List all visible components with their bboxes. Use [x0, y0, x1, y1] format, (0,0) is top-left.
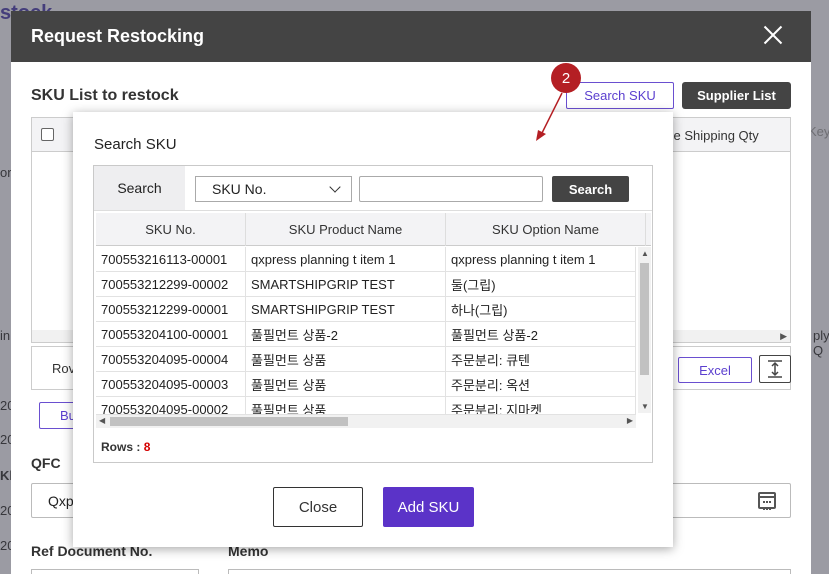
close-icon[interactable] [761, 23, 785, 47]
cell-option-name: 둘(그립) [446, 272, 636, 296]
vertical-scroll-thumb[interactable] [640, 263, 649, 375]
close-button[interactable]: Close [273, 487, 363, 527]
search-bar: Search SKU No. Search [94, 166, 652, 211]
table-row[interactable]: 700553204095-00002 풀필먼트 상품 주문분리: 지마켓 [96, 397, 636, 415]
select-all-checkbox[interactable] [41, 128, 54, 141]
qfc-label: QFC [31, 455, 61, 471]
column-header-sku-product-name[interactable]: SKU Product Name [246, 213, 446, 246]
search-button[interactable]: Search [552, 176, 629, 202]
step-number-badge: 2 [551, 63, 581, 93]
table-row[interactable]: 700553204095-00004 풀필먼트 상품 주문분리: 큐텐 [96, 347, 636, 372]
cell-product-name: 풀필먼트 상품 [246, 372, 446, 396]
calendar-icon[interactable] [758, 492, 776, 510]
horizontal-scrollbar[interactable]: ◀ ▶ [96, 415, 636, 428]
supplier-list-button[interactable]: Supplier List [682, 82, 791, 109]
cell-sku-no: 700553204095-00003 [96, 372, 246, 396]
cell-product-name: qxpress planning t item 1 [246, 247, 446, 271]
search-input[interactable] [359, 176, 543, 202]
cell-product-name: 풀필먼트 상품 [246, 347, 446, 371]
column-header-sku-no[interactable]: SKU No. [96, 213, 246, 246]
cell-sku-no: 700553216113-00001 [96, 247, 246, 271]
popup-title: Search SKU [94, 136, 177, 153]
table-row[interactable]: 700553204100-00001 풀필먼트 상품-2 풀필먼트 상품-2 [96, 322, 636, 347]
scroll-down-arrow-icon[interactable]: ▼ [641, 402, 649, 411]
cell-option-name: 주문분리: 지마켓 [446, 397, 636, 414]
cell-sku-no: 700553204095-00004 [96, 347, 246, 371]
cell-option-name: 주문분리: 옥션 [446, 372, 636, 396]
scroll-left-arrow-icon[interactable]: ◀ [99, 416, 105, 425]
table-row[interactable]: 700553204095-00003 풀필먼트 상품 주문분리: 옥션 [96, 372, 636, 397]
scroll-up-arrow-icon[interactable]: ▲ [641, 249, 649, 258]
cell-sku-no: 700553204095-00002 [96, 397, 246, 414]
search-sku-button[interactable]: Search SKU [566, 82, 674, 109]
date-field[interactable] [671, 483, 791, 518]
cell-option-name: 하나(그립) [446, 297, 636, 321]
cell-product-name: 풀필먼트 상품-2 [246, 322, 446, 346]
cell-option-name: 풀필먼트 상품-2 [446, 322, 636, 346]
expand-rows-button[interactable] [759, 355, 791, 383]
chevron-down-icon [329, 181, 341, 193]
search-sku-popup: Search SKU Search SKU No. Search SKU No.… [73, 112, 673, 547]
excel-button[interactable]: Excel [678, 357, 752, 383]
vertical-scrollbar[interactable]: ▲ ▼ [638, 247, 651, 413]
cell-product-name: 풀필먼트 상품 [246, 397, 446, 414]
cell-sku-no: 700553212299-00002 [96, 272, 246, 296]
grid-header: SKU No. SKU Product Name SKU Option Name [96, 213, 651, 246]
ref-document-input[interactable] [31, 569, 199, 574]
search-panel: Search SKU No. Search SKU No. SKU Produc… [93, 165, 653, 463]
memo-input[interactable] [228, 569, 791, 574]
search-field-select[interactable]: SKU No. [195, 176, 352, 202]
table-row[interactable]: 700553216113-00001 qxpress planning t it… [96, 247, 636, 272]
column-header-sku-option-name[interactable]: SKU Option Name [446, 213, 646, 246]
rows-label: Rows : [101, 440, 141, 454]
add-sku-button[interactable]: Add SKU [383, 487, 474, 527]
cell-option-name: 주문분리: 큐텐 [446, 347, 636, 371]
cell-sku-no: 700553204100-00001 [96, 322, 246, 346]
cell-sku-no: 700553212299-00001 [96, 297, 246, 321]
table-row[interactable]: 700553212299-00001 SMARTSHIPGRIP TEST 하나… [96, 297, 636, 322]
cell-option-name: qxpress planning t item 1 [446, 247, 636, 271]
table-row[interactable]: 700553212299-00002 SMARTSHIPGRIP TEST 둘(… [96, 272, 636, 297]
cell-product-name: SMARTSHIPGRIP TEST [246, 272, 446, 296]
rows-count: 8 [143, 440, 151, 454]
modal-title: Request Restocking [31, 26, 205, 46]
sku-results-grid: SKU No. SKU Product Name SKU Option Name… [96, 213, 651, 433]
cell-product-name: SMARTSHIPGRIP TEST [246, 297, 446, 321]
sku-list-title: SKU List to restock [31, 87, 179, 104]
modal-header: Request Restocking [11, 11, 811, 62]
rows-label: Rov [52, 361, 76, 376]
rows-summary: Rows : 8 [101, 440, 150, 454]
vertical-resize-icon [768, 360, 782, 378]
search-label: Search [94, 166, 185, 210]
search-field-select-value: SKU No. [212, 181, 267, 197]
horizontal-scroll-thumb[interactable] [110, 417, 348, 426]
scroll-right-arrow-icon[interactable]: ▶ [780, 331, 787, 342]
scroll-right-arrow-icon[interactable]: ▶ [627, 416, 633, 425]
column-header-shipping-qty: se Shipping Qty [667, 128, 759, 143]
